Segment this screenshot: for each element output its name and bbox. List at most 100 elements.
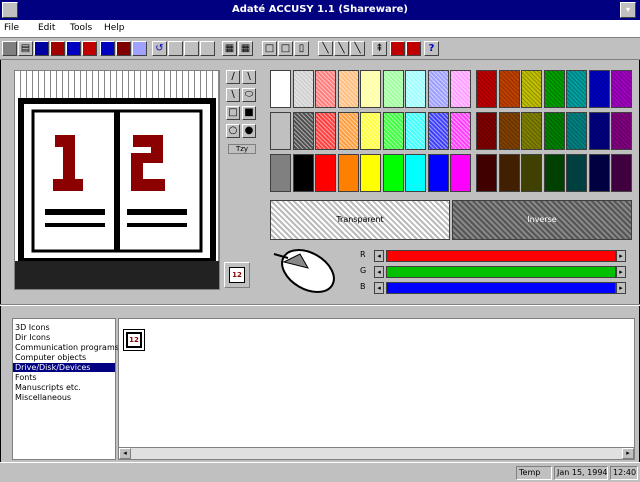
menu-tools[interactable]: Tools: [70, 23, 92, 33]
palette-swatch[interactable]: [588, 154, 610, 192]
blue-slider[interactable]: B ◂ ▸: [360, 282, 630, 294]
palette-swatch[interactable]: [360, 70, 381, 108]
green-right-arrow[interactable]: ▸: [616, 266, 626, 278]
palette-swatch[interactable]: [360, 112, 381, 150]
cross-icon[interactable]: [116, 41, 131, 56]
category-list[interactable]: 3D Icons Dir Icons Communication program…: [12, 318, 119, 460]
palette-swatch[interactable]: [405, 70, 426, 108]
list-item[interactable]: Fonts: [15, 373, 37, 382]
palette-swatch[interactable]: [382, 70, 404, 108]
palette-swatch[interactable]: [566, 112, 587, 150]
palette-swatch[interactable]: [566, 70, 587, 108]
palette-swatch[interactable]: [498, 154, 520, 192]
help-icon[interactable]: ?: [424, 41, 439, 56]
line-diag3-icon[interactable]: ╲: [350, 41, 365, 56]
palette-swatch[interactable]: [588, 70, 610, 108]
red-slider[interactable]: R ◂ ▸: [360, 250, 630, 262]
icon-library-pane[interactable]: 12 ◂ ▸: [118, 318, 635, 460]
check-icon-2[interactable]: [100, 41, 115, 56]
undo-icon[interactable]: ↺: [152, 41, 167, 56]
pencil-tool[interactable]: /: [226, 70, 240, 84]
minimize-button[interactable]: ▾: [620, 2, 636, 18]
red-right-arrow[interactable]: ▸: [616, 250, 626, 262]
palette-swatch[interactable]: [427, 70, 449, 108]
menu-edit[interactable]: Edit: [38, 23, 55, 33]
blue-left-arrow[interactable]: ◂: [374, 282, 384, 294]
palette-swatch[interactable]: [337, 70, 359, 108]
palette-swatch[interactable]: [450, 70, 471, 108]
palette-swatch[interactable]: [382, 112, 404, 150]
save-all-icon[interactable]: ▤: [18, 41, 33, 56]
line-diag2-icon[interactable]: ╲: [334, 41, 349, 56]
palette-swatch[interactable]: [315, 154, 336, 192]
list-item[interactable]: Computer objects: [15, 353, 86, 362]
list-item-selected[interactable]: Drive/Disk/Devices: [13, 363, 115, 372]
palette-swatch[interactable]: [498, 70, 520, 108]
palette-swatch[interactable]: [405, 154, 426, 192]
palette-swatch[interactable]: [292, 70, 314, 108]
scroll-left-arrow[interactable]: ◂: [119, 448, 131, 459]
check-alt-icon[interactable]: [132, 41, 147, 56]
palette-swatch[interactable]: [521, 154, 542, 192]
box3-icon[interactable]: ▯: [294, 41, 309, 56]
palette-swatch[interactable]: [360, 154, 381, 192]
ellipse-tool[interactable]: ○: [226, 124, 240, 138]
palette-swatch[interactable]: [292, 112, 314, 150]
filled-ellipse-tool[interactable]: ●: [242, 124, 256, 138]
palette-swatch[interactable]: [337, 154, 359, 192]
palette-swatch[interactable]: [450, 154, 471, 192]
pin-icon[interactable]: ⇞: [372, 41, 387, 56]
diagonal-tool[interactable]: \: [226, 88, 240, 102]
grid-alt-icon[interactable]: ▦: [238, 41, 253, 56]
clear-icon[interactable]: [168, 41, 183, 56]
red-save2-icon[interactable]: [406, 41, 421, 56]
palette-swatch[interactable]: [498, 112, 520, 150]
redo-icon[interactable]: [200, 41, 215, 56]
green-track[interactable]: [386, 266, 616, 278]
palette-swatch[interactable]: [566, 154, 587, 192]
box-icon[interactable]: □: [262, 41, 277, 56]
palette-swatch[interactable]: [611, 154, 632, 192]
green-slider[interactable]: G ◂ ▸: [360, 266, 630, 278]
copy-icon[interactable]: [34, 41, 49, 56]
list-item[interactable]: 3D Icons: [15, 323, 50, 332]
preview-box[interactable]: 12: [224, 262, 250, 288]
palette-swatch[interactable]: [543, 154, 565, 192]
rect-tool[interactable]: □: [226, 106, 240, 120]
blue-right-arrow[interactable]: ▸: [616, 282, 626, 294]
palette-swatch[interactable]: [427, 154, 449, 192]
palette-swatch[interactable]: [476, 70, 497, 108]
transparent-swatch[interactable]: Transparent: [270, 200, 450, 240]
image-icon[interactable]: [66, 41, 81, 56]
blue-track[interactable]: [386, 282, 616, 294]
palette-swatch[interactable]: [521, 112, 542, 150]
save-icon[interactable]: [2, 41, 17, 56]
palette-swatch[interactable]: [476, 112, 497, 150]
filled-rect-tool[interactable]: ■: [242, 106, 256, 120]
paste-icon[interactable]: [50, 41, 65, 56]
palette-swatch[interactable]: [611, 70, 632, 108]
green-left-arrow[interactable]: ◂: [374, 266, 384, 278]
palette-swatch[interactable]: [270, 154, 291, 192]
library-icon-thumbnail[interactable]: 12: [123, 329, 145, 351]
red-save-icon[interactable]: [390, 41, 405, 56]
palette-swatch[interactable]: [543, 70, 565, 108]
list-item[interactable]: Manuscripts etc.: [15, 383, 81, 392]
palette-swatch[interactable]: [315, 112, 336, 150]
palette-swatch[interactable]: [405, 112, 426, 150]
grid-icon[interactable]: ▦: [222, 41, 237, 56]
list-item[interactable]: Dir Icons: [15, 333, 50, 342]
check-icon[interactable]: [82, 41, 97, 56]
fill-tool[interactable]: ⬭: [242, 88, 256, 102]
red-left-arrow[interactable]: ◂: [374, 250, 384, 262]
horizontal-scrollbar[interactable]: ◂ ▸: [119, 447, 634, 459]
fill-icon[interactable]: [184, 41, 199, 56]
palette-swatch[interactable]: [611, 112, 632, 150]
line-diag-icon[interactable]: ╲: [318, 41, 333, 56]
menu-help[interactable]: Help: [104, 23, 125, 33]
palette-swatch[interactable]: [588, 112, 610, 150]
palette-swatch[interactable]: [382, 154, 404, 192]
line-tool[interactable]: \: [242, 70, 256, 84]
red-track[interactable]: [386, 250, 616, 262]
palette-swatch[interactable]: [543, 112, 565, 150]
